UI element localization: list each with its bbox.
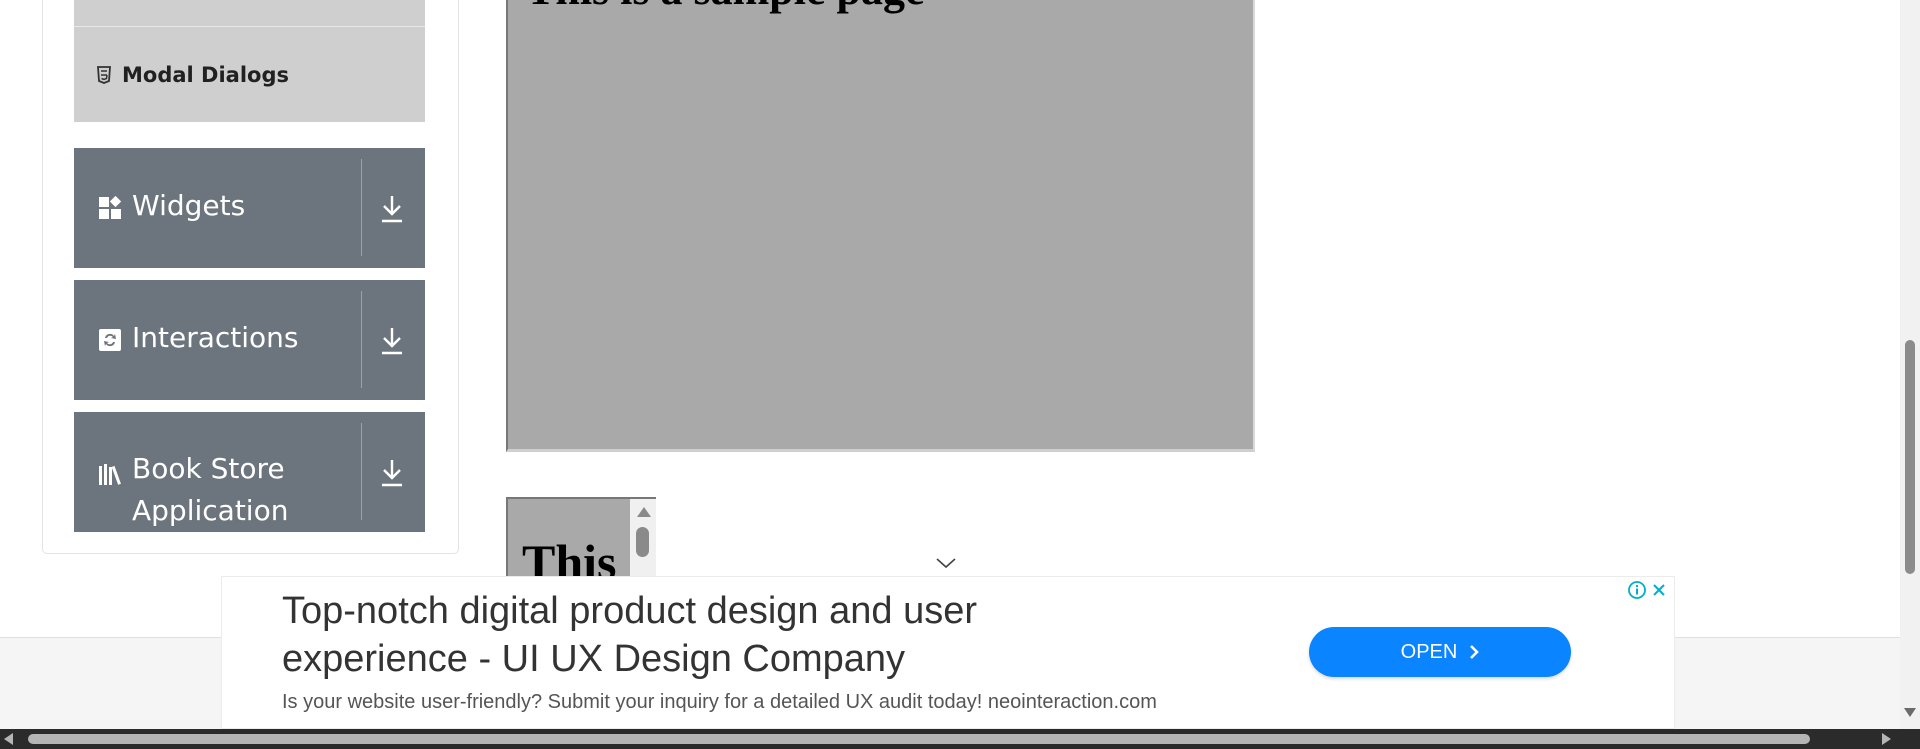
vertical-scrollbar[interactable] [1900,0,1920,729]
scrollbar-thumb[interactable] [28,734,1810,744]
close-icon[interactable] [1649,580,1669,600]
scrollbar-thumb[interactable] [636,527,649,557]
sidebar-item-modal-dialogs[interactable]: Modal Dialogs [74,27,425,122]
sample-page-frame[interactable]: This is a sample page [506,0,1255,452]
divider [361,159,362,256]
sidebar-group-interactions[interactable]: Interactions [74,280,425,400]
download-arrow-icon[interactable] [377,324,407,358]
ad-description: Is your website user-friendly? Submit yo… [282,691,1157,713]
sidebar-item-label: Modal Dialogs [122,62,289,87]
sidebar-group-label: Widgets [132,189,246,222]
ad-info-icon[interactable] [1627,580,1647,600]
scroll-right-icon[interactable] [1882,733,1891,745]
html5-icon [96,65,112,84]
ad-headline[interactable]: Top-notch digital product design and use… [282,587,1102,683]
interactions-icon [98,328,122,352]
nested-frame[interactable]: This [506,497,656,587]
download-arrow-icon[interactable] [377,192,407,226]
chevron-down-icon [935,556,957,570]
sidebar-group-book-store[interactable]: Book Store Application [74,412,425,532]
chevron-right-icon [1469,644,1480,660]
library-books-icon [98,462,126,486]
sample-page-heading: This is a sample page [526,0,925,15]
sidebar-group-label: Interactions [132,321,299,354]
sidebar-group-label: Book Store Application [132,452,289,527]
scroll-down-icon[interactable] [1904,708,1916,717]
nested-frame-scrollbar[interactable] [630,499,656,587]
scroll-left-icon[interactable] [4,733,13,745]
scroll-up-icon[interactable] [637,507,651,517]
divider [361,291,362,388]
sidebar-group-widgets[interactable]: Widgets [74,148,425,268]
horizontal-scrollbar[interactable] [0,729,1920,749]
page-viewport: Modal Dialogs Widgets Interactions Book … [0,0,1900,729]
download-arrow-icon[interactable] [377,456,407,490]
divider [361,423,362,520]
ad-banner[interactable]: Top-notch digital product design and use… [221,576,1675,729]
widgets-icon [98,195,122,220]
ad-open-label: OPEN [1400,640,1458,663]
scrollbar-thumb[interactable] [1905,340,1915,574]
ad-open-button[interactable]: OPEN [1309,627,1571,677]
sidebar-item-previous[interactable] [74,0,425,27]
